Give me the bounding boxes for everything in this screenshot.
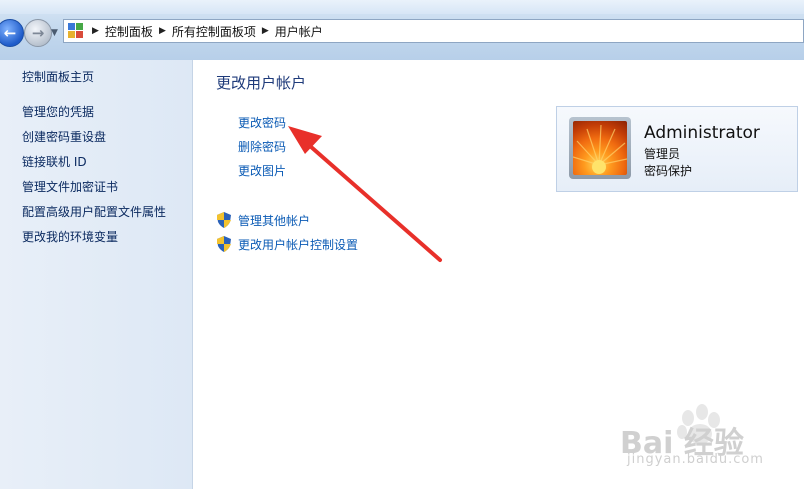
uac-shield-icon <box>217 212 231 228</box>
create-reset-disk-link[interactable]: 创建密码重设盘 <box>22 128 106 145</box>
manage-other-accounts-link[interactable]: 管理其他帐户 <box>238 212 310 229</box>
uac-shield-icon <box>217 236 231 252</box>
account-role: 管理员 <box>644 147 681 161</box>
manage-credentials-link[interactable]: 管理您的凭据 <box>22 103 94 120</box>
change-picture-link[interactable]: 更改图片 <box>238 162 286 179</box>
breadcrumb-user-accounts[interactable]: 用户帐户 <box>275 23 323 40</box>
chevron-right-icon[interactable]: ▶ <box>92 26 99 36</box>
back-button[interactable]: ← <box>0 19 24 47</box>
back-arrow-icon: ← <box>3 24 17 42</box>
chevron-right-icon[interactable]: ▶ <box>159 26 166 36</box>
watermark-url: jingyan.baidu.com <box>627 452 764 467</box>
account-name: Administrator <box>644 123 760 143</box>
forward-button[interactable]: → <box>24 19 52 47</box>
left-task-pane: 控制面板主页 管理您的凭据 创建密码重设盘 链接联机 ID 管理文件加密证书 配… <box>0 60 193 489</box>
forward-arrow-icon: → <box>31 24 45 42</box>
flower-picture-icon <box>573 121 627 175</box>
control-panel-home-link[interactable]: 控制面板主页 <box>22 68 94 85</box>
recent-pages-dropdown[interactable]: ▼ <box>51 28 58 38</box>
title-glass <box>0 0 804 14</box>
account-card: Administrator 管理员 密码保护 <box>556 106 798 192</box>
navigation-bar: ← → ▼ ▶ 控制面板 ▶ 所有控制面板项 ▶ 用户帐户 <box>0 0 804 60</box>
breadcrumb-all-items[interactable]: 所有控制面板项 <box>172 23 256 40</box>
manage-certificates-link[interactable]: 管理文件加密证书 <box>22 178 118 195</box>
avatar[interactable] <box>569 117 631 179</box>
address-bar[interactable]: ▶ 控制面板 ▶ 所有控制面板项 ▶ 用户帐户 <box>63 19 804 43</box>
chevron-right-icon[interactable]: ▶ <box>262 26 269 36</box>
breadcrumb-control-panel[interactable]: 控制面板 <box>105 23 153 40</box>
account-status: 密码保护 <box>644 164 693 178</box>
link-online-id-link[interactable]: 链接联机 ID <box>22 153 87 170</box>
change-password-link[interactable]: 更改密码 <box>238 114 286 131</box>
uac-settings-link[interactable]: 更改用户帐户控制设置 <box>238 236 358 253</box>
remove-password-link[interactable]: 删除密码 <box>238 138 286 155</box>
page-title: 更改用户帐户 <box>216 74 307 92</box>
environment-variables-link[interactable]: 更改我的环境变量 <box>22 228 118 245</box>
profile-properties-link[interactable]: 配置高级用户配置文件属性 <box>22 203 166 220</box>
control-panel-icon <box>68 23 84 39</box>
